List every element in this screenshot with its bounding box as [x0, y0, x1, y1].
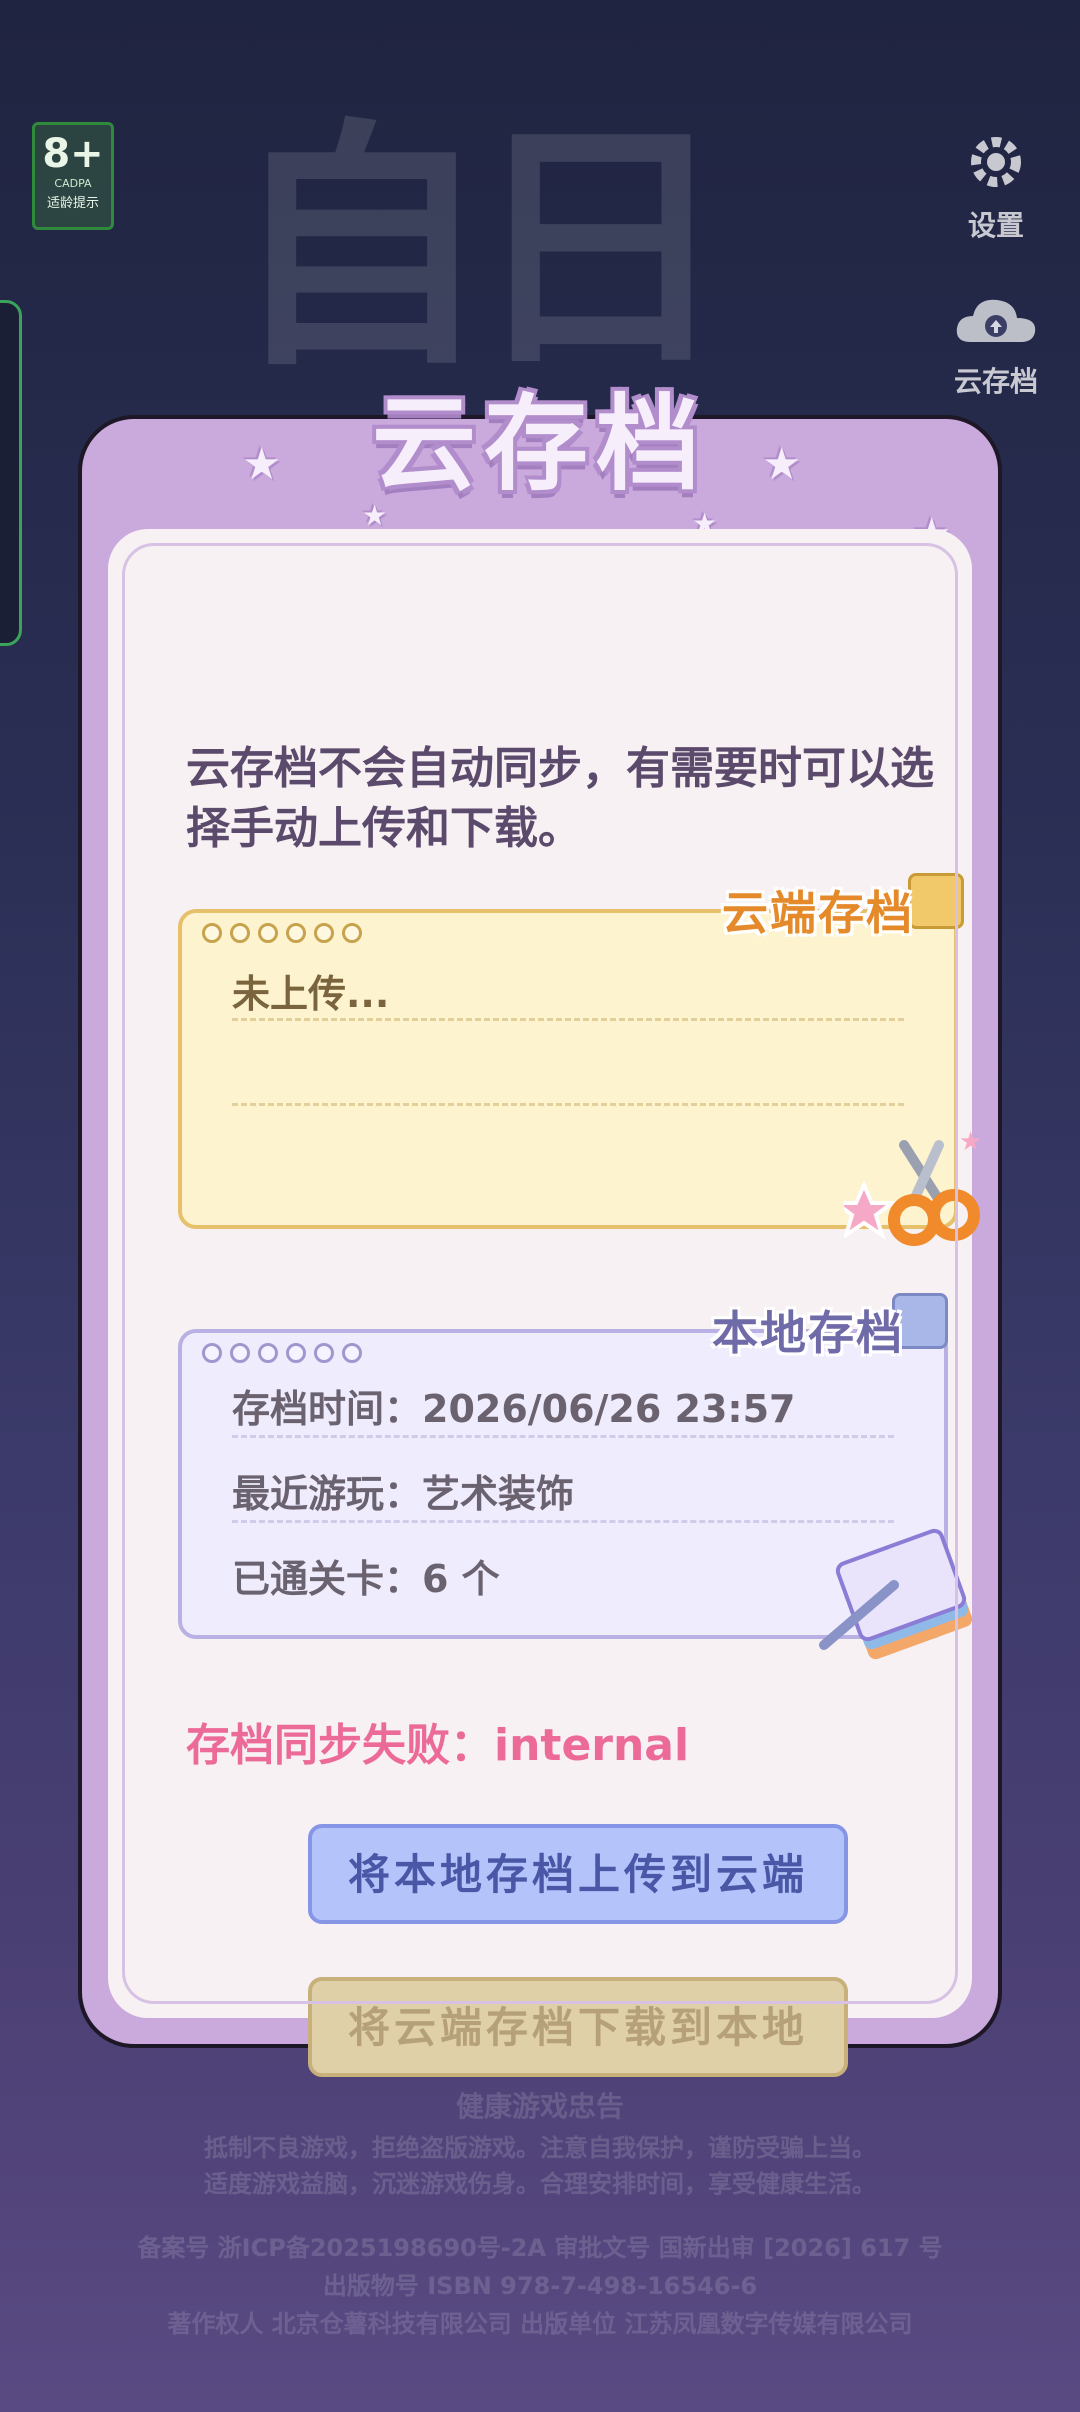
notebook-holes — [202, 1343, 370, 1367]
age-rating-value: 8+ — [42, 131, 104, 177]
star-icon: ★ — [762, 439, 802, 490]
age-rating-hint: 适龄提示 — [46, 196, 99, 211]
dialog-content: 云存档不会自动同步，有需要时可以选择手动上传和下载。 云端存档 未上传... ★ — [108, 529, 982, 2077]
dialog-title: 云存档 — [371, 383, 708, 505]
star-icon: ★ — [242, 439, 282, 490]
age-rating-badge: 8+ CADPA 适龄提示 — [32, 122, 114, 230]
license-info-line-2: 出版物号 ISBN 978-7-498-16546-6 — [322, 2272, 758, 2300]
notebook-holes — [202, 923, 370, 947]
download-to-local-button[interactable]: 将云端存档下载到本地 — [308, 1977, 848, 2077]
local-save-card: 本地存档 存档时间：2026/06/26 23:57 最近游玩：艺术装饰 已通关… — [178, 1293, 973, 1660]
cloud-upload-icon — [956, 299, 1036, 342]
divider — [232, 1018, 904, 1021]
svg-text:★: ★ — [959, 1127, 982, 1157]
levels-cleared: 已通关卡：6 个 — [232, 1557, 500, 1601]
divider — [232, 1103, 904, 1106]
license-info-line-1: 备案号 浙ICP备2025198690号-2A 审批文号 国新出审 [2026]… — [137, 2234, 943, 2262]
scissors-icon: ★ — [844, 1127, 982, 1246]
divider — [232, 1435, 894, 1438]
health-advisory-title: 健康游戏忠告 — [455, 2090, 624, 2123]
settings-label: 设置 — [967, 209, 1024, 242]
side-tab-handle[interactable] — [0, 300, 22, 646]
cloud-save-dialog: 云存档 ★ ★ ★ ★ ★ 云存档不会自动同步，有需要时可以选择手动上传和下载。… — [78, 383, 1002, 2077]
upload-to-cloud-button[interactable]: 将本地存档上传到云端 — [308, 1824, 848, 1924]
dialog-description: 云存档不会自动同步，有需要时可以选择手动上传和下载。 — [186, 743, 934, 854]
health-advisory-line-2: 适度游戏益脑，沉迷游戏伤身。合理安排时间，享受健康生活。 — [204, 2170, 876, 2198]
sync-error-message: 存档同步失败：internal — [186, 1720, 690, 1771]
cloud-save-status: 未上传... — [232, 972, 390, 1016]
settings-button[interactable]: 设置 — [936, 130, 1056, 244]
age-rating-org: CADPA — [54, 177, 92, 190]
recent-play: 最近游玩：艺术装饰 — [232, 1472, 575, 1516]
sketchbook-icon — [819, 1528, 973, 1660]
gear-icon — [971, 137, 1021, 187]
health-advisory-line-1: 抵制不良游戏，拒绝盗版游戏。注意自我保护，谨防受骗上当。 — [204, 2134, 876, 2162]
license-info-line-3: 著作权人 北京仓薯科技有限公司 出版单位 江苏凤凰数字传媒有限公司 — [167, 2310, 913, 2338]
star-icon: ★ — [362, 499, 388, 532]
divider — [232, 1520, 894, 1523]
save-time: 存档时间：2026/06/26 23:57 — [232, 1387, 796, 1431]
local-save-tag: 本地存档 — [712, 1306, 904, 1360]
cloud-save-card: 云端存档 未上传... ★ — [178, 873, 982, 1246]
cloud-save-tag: 云端存档 — [722, 886, 914, 940]
clip-icon — [908, 873, 964, 929]
